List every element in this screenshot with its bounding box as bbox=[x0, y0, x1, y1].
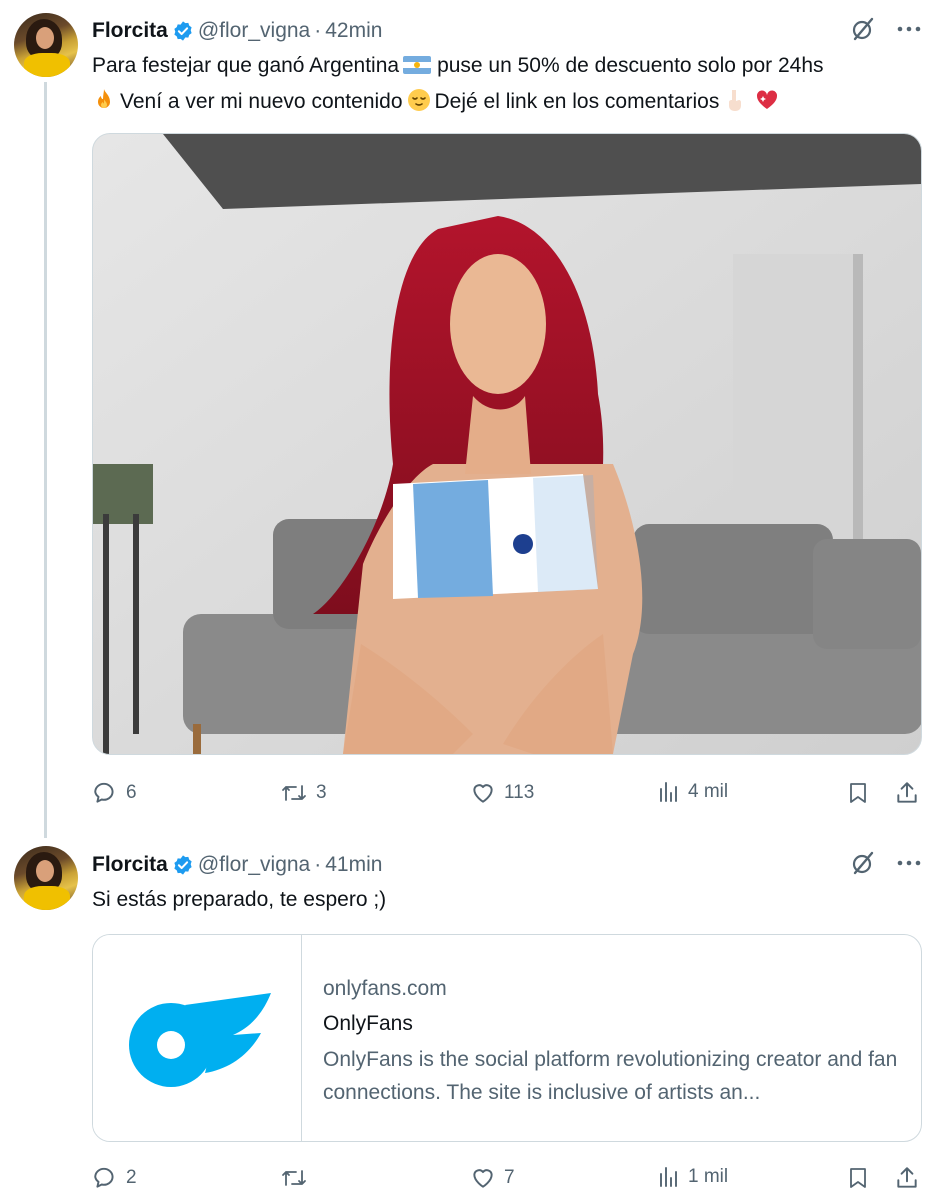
views-button[interactable]: 1 mil bbox=[658, 1165, 728, 1189]
post-text: Si estás preparado, te espero ;) bbox=[92, 888, 387, 911]
like-count: 7 bbox=[504, 1167, 515, 1188]
more-options-icon[interactable] bbox=[896, 850, 922, 876]
bookmark-icon bbox=[850, 1168, 866, 1188]
share-icon bbox=[897, 1167, 917, 1188]
post-text-segment: Para festejar que ganó Argentina bbox=[92, 54, 400, 77]
post-time[interactable]: 42min bbox=[325, 19, 382, 43]
post-header: Florcita @flor_vigna · 42min bbox=[92, 16, 382, 46]
repost-icon bbox=[282, 1170, 306, 1186]
like-button[interactable]: 113 bbox=[470, 780, 534, 806]
link-card-body: onlyfans.com OnlyFans OnlyFans is the so… bbox=[323, 973, 913, 1109]
author-name[interactable]: Florcita bbox=[92, 19, 168, 43]
avatar[interactable] bbox=[14, 846, 78, 910]
reply-button[interactable]: 2 bbox=[92, 1165, 137, 1191]
views-count: 4 mil bbox=[688, 781, 729, 802]
separator-dot: · bbox=[314, 853, 322, 876]
repost-count: 3 bbox=[316, 782, 327, 803]
repost-button[interactable]: 3 bbox=[280, 780, 327, 806]
share-button[interactable] bbox=[894, 1165, 920, 1191]
fire-emoji-icon bbox=[98, 89, 110, 108]
repost-icon bbox=[282, 785, 306, 801]
post-header: Florcita @flor_vigna · 41min bbox=[92, 850, 382, 880]
photo-woman-argentina-jersey-image bbox=[93, 134, 921, 754]
post-text-segment: Dejé el link en los comentarios bbox=[434, 90, 720, 113]
reply-icon bbox=[94, 1167, 114, 1188]
verified-badge-icon bbox=[174, 855, 192, 875]
post-text-segment: puse un 50% de descuento solo por 24hs bbox=[437, 54, 824, 77]
grok-icon[interactable] bbox=[850, 850, 876, 876]
post-text-line-2: Vení a ver mi nuevo contenido Dejé el li… bbox=[92, 84, 932, 120]
thread-connector-line bbox=[44, 82, 47, 838]
author-handle[interactable]: @flor_vigna bbox=[198, 19, 310, 43]
heart-icon bbox=[473, 1169, 493, 1188]
post-text: Para festejar que ganó Argentina puse un … bbox=[92, 48, 932, 120]
link-card-domain: onlyfans.com bbox=[323, 977, 447, 1000]
argentina-flag-icon bbox=[403, 56, 432, 74]
post-actions: 2 7 1 mil bbox=[92, 1165, 922, 1195]
bookmark-icon bbox=[850, 783, 866, 803]
views-chart-icon bbox=[660, 1167, 677, 1187]
sparkling-heart-emoji-icon bbox=[757, 90, 778, 109]
share-icon bbox=[897, 782, 917, 803]
author-name[interactable]: Florcita bbox=[92, 853, 168, 877]
post-header-icons bbox=[850, 850, 922, 876]
heart-icon bbox=[473, 784, 493, 803]
reply-icon bbox=[94, 782, 114, 803]
share-button[interactable] bbox=[894, 780, 920, 806]
bookmark-button[interactable] bbox=[846, 1165, 870, 1191]
more-options-icon[interactable] bbox=[896, 16, 922, 42]
post-header-icons bbox=[850, 16, 922, 42]
reply-count: 2 bbox=[126, 1167, 137, 1188]
views-count: 1 mil bbox=[688, 1166, 729, 1187]
relieved-face-emoji-icon bbox=[407, 89, 430, 111]
onlyfans-logo-icon bbox=[129, 993, 271, 1087]
link-card-description: OnlyFans is the social platform revoluti… bbox=[323, 1048, 898, 1104]
like-button[interactable]: 7 bbox=[470, 1165, 515, 1191]
post-media-photo[interactable] bbox=[92, 133, 922, 755]
post-text-line-1: Para festejar que ganó Argentina puse un … bbox=[92, 48, 932, 84]
link-preview-card[interactable]: onlyfans.com OnlyFans OnlyFans is the so… bbox=[92, 934, 922, 1142]
pointing-down-emoji-icon bbox=[729, 90, 742, 111]
grok-icon[interactable] bbox=[850, 16, 876, 42]
link-card-thumbnail bbox=[93, 935, 302, 1141]
reply-count: 6 bbox=[126, 782, 137, 803]
views-chart-icon bbox=[660, 782, 677, 802]
like-count: 113 bbox=[504, 782, 535, 803]
separator-dot: · bbox=[314, 19, 322, 42]
bookmark-button[interactable] bbox=[846, 780, 870, 806]
views-button[interactable]: 4 mil bbox=[658, 780, 728, 804]
repost-button[interactable] bbox=[280, 1165, 316, 1191]
post-actions: 6 3 113 4 mil bbox=[92, 780, 922, 810]
reply-button[interactable]: 6 bbox=[92, 780, 137, 806]
post-time[interactable]: 41min bbox=[325, 853, 382, 877]
post-text-segment: Vení a ver mi nuevo contenido bbox=[120, 90, 403, 113]
author-handle[interactable]: @flor_vigna bbox=[198, 853, 310, 877]
avatar[interactable] bbox=[14, 13, 78, 77]
link-card-title: OnlyFans bbox=[323, 1012, 413, 1035]
verified-badge-icon bbox=[174, 21, 192, 41]
